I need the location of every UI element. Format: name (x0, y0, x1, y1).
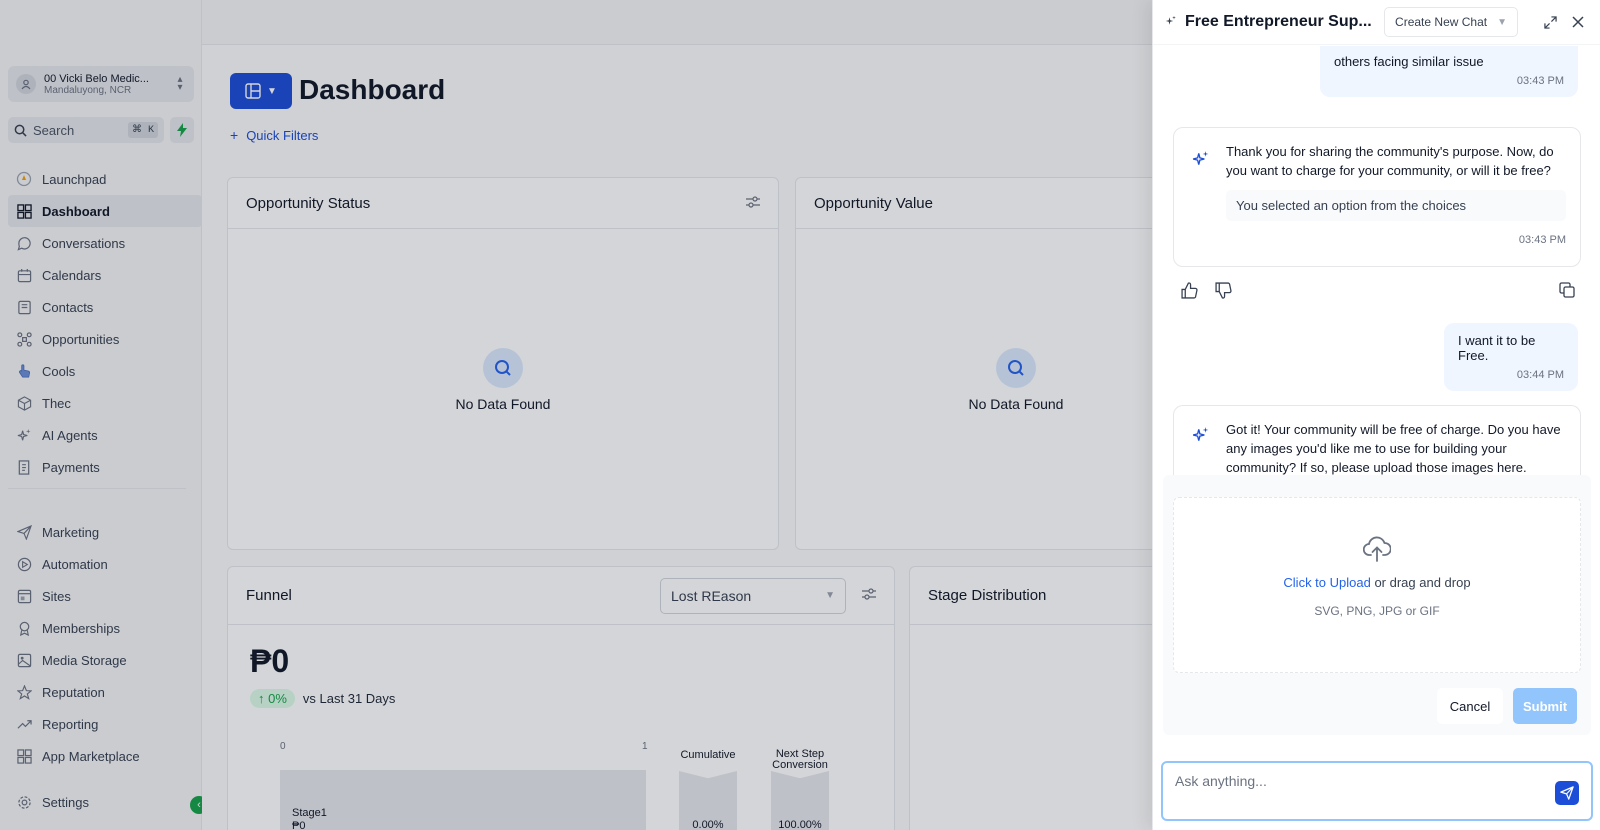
close-icon[interactable] (1568, 12, 1588, 32)
thumbs-down-icon[interactable] (1213, 280, 1233, 300)
message-time: 03:43 PM (1516, 75, 1564, 87)
message-text: others facing similar issue (1334, 54, 1484, 69)
ask-box (1161, 761, 1593, 821)
sparkle-icon (1165, 15, 1177, 30)
selected-choice: You selected an option from the choices (1226, 190, 1566, 221)
message-text: I want it to be Free. (1458, 333, 1536, 363)
ai-message: Thank you for sharing the community's pu… (1173, 127, 1581, 267)
cloud-upload-icon (1174, 536, 1580, 565)
upload-drag-text: or drag and drop (1370, 575, 1471, 590)
app-root: 00 Vicki Belo Medic... Mandaluyong, NCR … (0, 0, 1600, 830)
user-message: others facing similar issue 03:43 PM (1320, 46, 1578, 97)
ask-input[interactable] (1175, 773, 1535, 789)
upload-instructions: Click to Upload or drag and drop (1174, 575, 1580, 590)
send-icon (1560, 786, 1574, 800)
ai-chat-panel: Free Entrepreneur Sup... Create New Chat… (1152, 0, 1600, 830)
copy-icon[interactable] (1557, 280, 1577, 300)
message-time: 03:43 PM (1518, 234, 1566, 246)
ai-sparkle-icon (1192, 150, 1210, 173)
send-button[interactable] (1555, 781, 1579, 805)
chat-header: Free Entrepreneur Sup... Create New Chat… (1153, 0, 1600, 45)
message-text: Got it! Your community will be free of c… (1226, 422, 1561, 475)
chevron-down-icon: ▼ (1497, 16, 1507, 28)
thumbs-up-icon[interactable] (1179, 280, 1199, 300)
message-text: Thank you for sharing the community's pu… (1226, 144, 1554, 178)
message-time: 03:44 PM (1516, 369, 1564, 381)
modal-overlay[interactable] (0, 0, 1152, 830)
upload-section: Click to Upload or drag and drop SVG, PN… (1163, 475, 1591, 735)
chat-title: Free Entrepreneur Sup... (1185, 13, 1372, 30)
upload-dropzone[interactable]: Click to Upload or drag and drop SVG, PN… (1173, 497, 1581, 673)
ai-sparkle-icon (1192, 426, 1210, 449)
click-to-upload-link[interactable]: Click to Upload (1283, 575, 1370, 590)
upload-formats: SVG, PNG, JPG or GIF (1314, 604, 1440, 618)
submit-button[interactable]: Submit (1513, 688, 1577, 724)
cancel-button[interactable]: Cancel (1437, 688, 1503, 724)
new-chat-label: Create New Chat (1395, 15, 1488, 29)
user-message: I want it to be Free. 03:44 PM (1444, 323, 1578, 391)
create-new-chat-dropdown[interactable]: Create New Chat ▼ (1384, 7, 1518, 37)
ai-message: Got it! Your community will be free of c… (1173, 405, 1581, 475)
expand-icon[interactable] (1540, 12, 1560, 32)
